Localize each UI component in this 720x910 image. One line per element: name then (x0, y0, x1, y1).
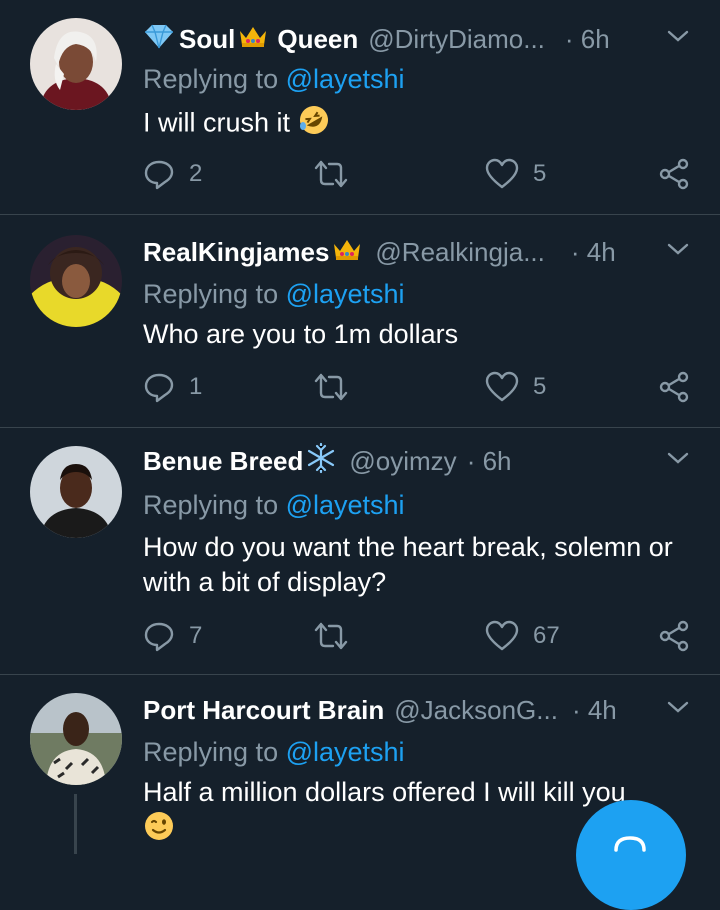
replying-to: Replying to @layetshi (143, 64, 405, 95)
tweet-header: RealKingjames @Realkingja... · 4h (143, 235, 690, 269)
replying-to: Replying to @layetshi (143, 490, 405, 521)
avatar[interactable] (30, 693, 122, 785)
mention-link[interactable]: @layetshi (286, 490, 405, 520)
like-count: 5 (533, 160, 547, 187)
tweet[interactable]: Soul Queen @DirtyDiamo... · 6h Replying … (0, 0, 720, 215)
tweet-actions: 7 67 (143, 620, 693, 660)
like-count: 5 (533, 373, 547, 400)
display-name[interactable]: RealKingjames (143, 237, 329, 268)
diamond-icon (143, 23, 175, 56)
reply-button[interactable]: 1 (143, 371, 202, 403)
tweet-text-content: I will crush it (143, 107, 291, 138)
snowflake-icon (305, 442, 337, 481)
retweet-icon (313, 371, 349, 403)
retweet-icon (313, 620, 349, 652)
timestamp[interactable]: · 4h (571, 237, 616, 268)
timestamp[interactable]: · 4h (572, 695, 617, 726)
user-handle[interactable]: @DirtyDiamo... (368, 24, 545, 55)
tweet[interactable]: RealKingjames @Realkingja... · 4h Replyi… (0, 215, 720, 428)
avatar[interactable] (30, 18, 122, 110)
replying-to: Replying to @layetshi (143, 737, 405, 768)
timestamp[interactable]: · 6h (565, 24, 610, 55)
heart-icon (485, 620, 519, 652)
like-button[interactable]: 5 (485, 158, 546, 190)
display-name-part[interactable]: Queen (277, 24, 358, 55)
replying-prefix: Replying to (143, 279, 286, 309)
chevron-down-icon[interactable] (666, 446, 690, 477)
replying-prefix: Replying to (143, 490, 286, 520)
user-handle[interactable]: @oyimzy (349, 446, 456, 477)
share-button[interactable] (659, 158, 691, 190)
display-name[interactable]: Soul (179, 24, 235, 55)
tweet-header: Benue Breed @oyimzy · 6h (143, 442, 690, 481)
user-handle[interactable]: @JacksonG... (394, 695, 558, 726)
retweet-button[interactable] (313, 371, 349, 403)
reply-button[interactable]: 2 (143, 158, 202, 190)
tweet-text: Who are you to 1m dollars (143, 317, 703, 352)
chevron-down-icon[interactable] (666, 24, 690, 55)
reply-count: 7 (189, 622, 203, 649)
reply-count: 2 (189, 160, 203, 187)
reply-icon (143, 371, 175, 403)
replying-to: Replying to @layetshi (143, 279, 405, 310)
reply-button[interactable]: 7 (143, 620, 202, 652)
tweet-text-content: How do you want the heart break, solemn … (143, 532, 673, 597)
mention-link[interactable]: @layetshi (286, 279, 405, 309)
timestamp[interactable]: · 6h (467, 446, 512, 477)
tweet-text: How do you want the heart break, solemn … (143, 530, 703, 600)
crown-icon (331, 236, 363, 269)
like-button[interactable]: 67 (485, 620, 560, 652)
compose-icon (608, 830, 652, 875)
reply-icon (143, 620, 175, 652)
chevron-down-icon[interactable] (666, 695, 690, 726)
user-handle[interactable]: @Realkingja... (375, 237, 544, 268)
replying-prefix: Replying to (143, 737, 286, 767)
tweet-actions: 2 5 (143, 158, 693, 198)
tweet-text-content: Half a million dollars offered I will ki… (143, 777, 626, 807)
retweet-button[interactable] (313, 158, 349, 190)
chevron-down-icon[interactable] (666, 237, 690, 268)
reply-count: 1 (189, 373, 203, 400)
like-button[interactable]: 5 (485, 371, 546, 403)
share-button[interactable] (659, 620, 691, 652)
tweet-actions: 1 5 (143, 371, 693, 411)
avatar[interactable] (30, 446, 122, 538)
share-icon (659, 371, 691, 403)
compose-button[interactable] (576, 800, 686, 910)
heart-icon (485, 371, 519, 403)
retweet-icon (313, 158, 349, 190)
reply-icon (143, 158, 175, 190)
share-button[interactable] (659, 371, 691, 403)
retweet-button[interactable] (313, 620, 349, 652)
like-count: 67 (533, 622, 560, 649)
share-icon (659, 620, 691, 652)
mention-link[interactable]: @layetshi (286, 737, 405, 767)
share-icon (659, 158, 691, 190)
tweet-text: I will crush it (143, 104, 703, 145)
wink-emoji-icon (143, 810, 175, 851)
tweet-text-content: Who are you to 1m dollars (143, 319, 459, 349)
tweet-header: Soul Queen @DirtyDiamo... · 6h (143, 22, 690, 56)
replying-prefix: Replying to (143, 64, 286, 94)
tweet[interactable]: Benue Breed @oyimzy · 6h Replying to @la… (0, 428, 720, 675)
display-name[interactable]: Benue Breed (143, 446, 303, 477)
crown-icon (237, 23, 269, 56)
rofl-emoji-icon (298, 104, 330, 145)
heart-icon (485, 158, 519, 190)
display-name[interactable]: Port Harcourt Brain (143, 695, 384, 726)
mention-link[interactable]: @layetshi (286, 64, 405, 94)
thread-line (74, 794, 77, 854)
avatar[interactable] (30, 235, 122, 327)
tweet-header: Port Harcourt Brain @JacksonG... · 4h (143, 693, 690, 727)
